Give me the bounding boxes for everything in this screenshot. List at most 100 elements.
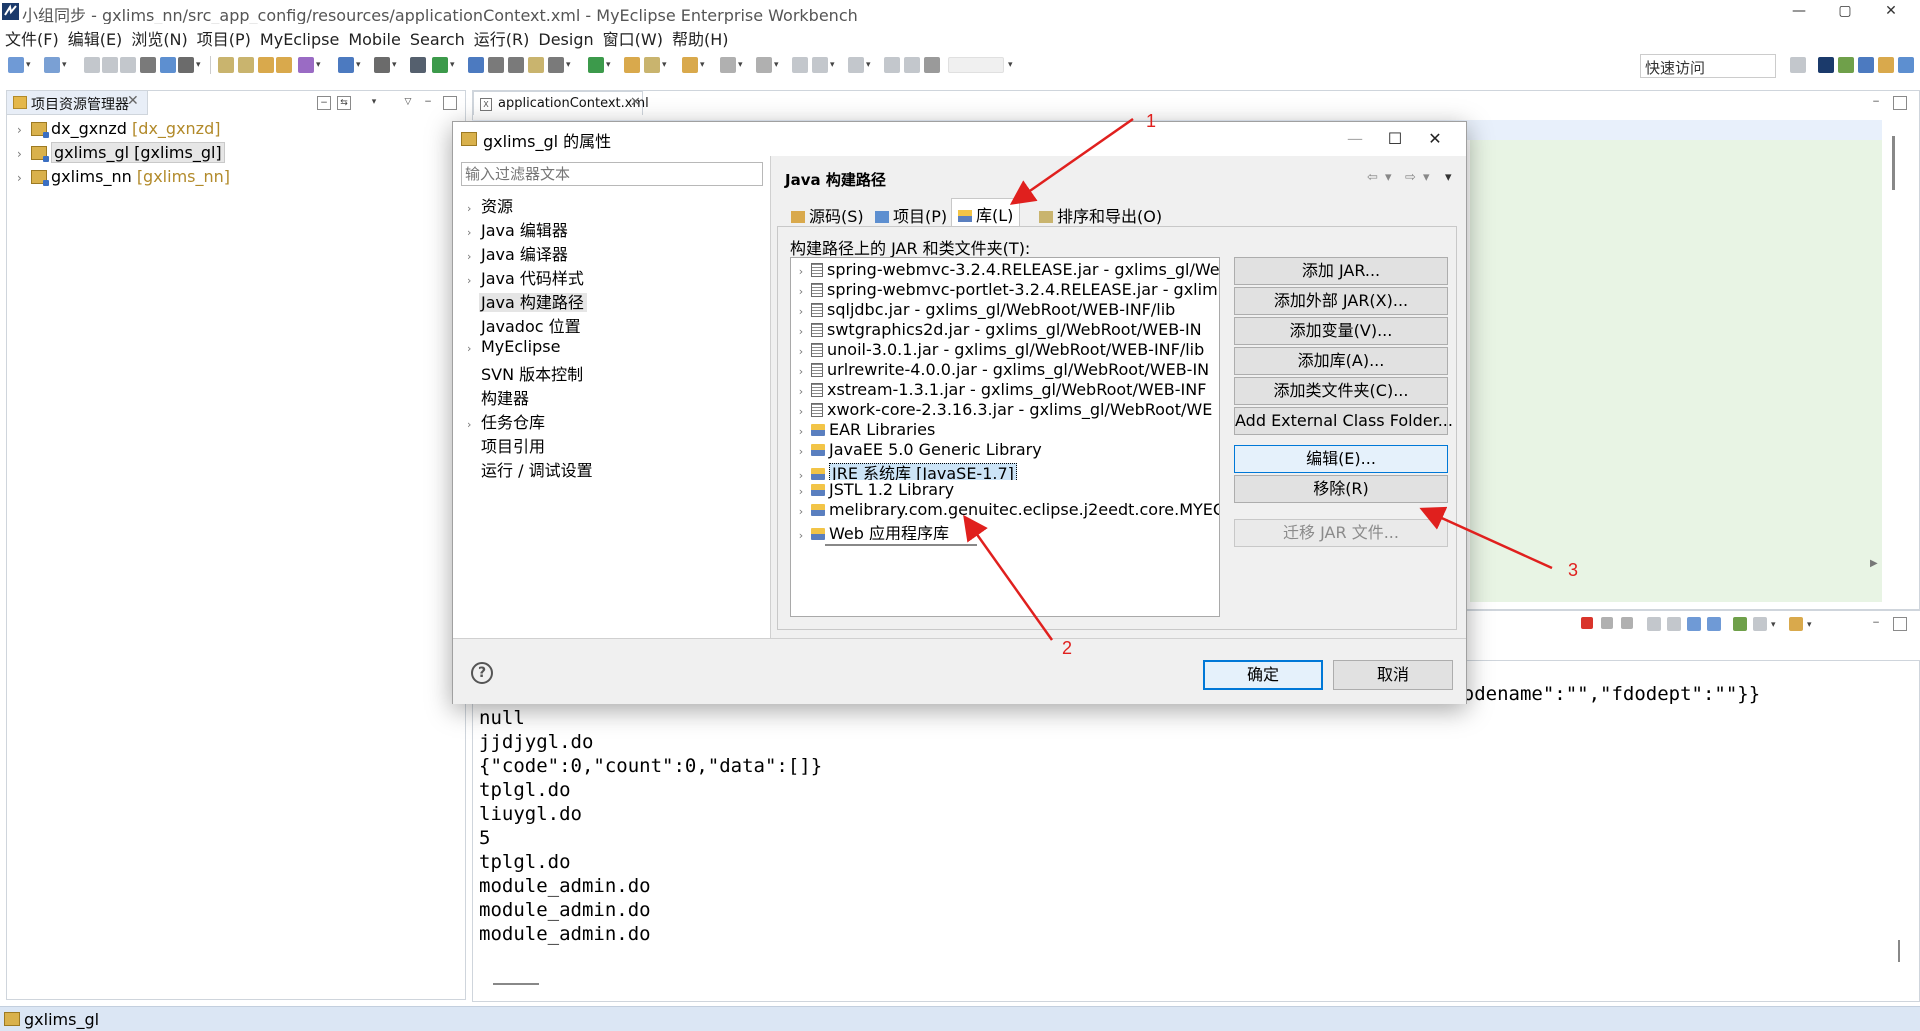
help-icon[interactable]: ?	[471, 662, 493, 684]
chevron-down-icon[interactable]: ▾	[662, 57, 670, 73]
chevron-right-icon[interactable]: ›	[791, 405, 811, 418]
pen-icon[interactable]	[904, 57, 920, 73]
chevron-down-icon[interactable]: ▾	[830, 57, 838, 73]
chevron-right-icon[interactable]: ›	[17, 171, 31, 185]
view-menu-icon[interactable]: ▽	[401, 96, 415, 110]
sync-perspective-icon[interactable]	[1858, 57, 1874, 73]
chevron-right-icon[interactable]: ›	[791, 485, 811, 498]
pin-icon[interactable]	[884, 57, 900, 73]
jar-entry[interactable]: › unoil-3.0.1.jar - gxlims_gl/WebRoot/WEB…	[791, 340, 1219, 360]
chevron-right-icon[interactable]: ›	[791, 445, 811, 458]
deploy-icon[interactable]	[338, 57, 354, 73]
sync-icon[interactable]	[160, 57, 176, 73]
category-run-debug-settings[interactable]: 运行 / 调试设置	[467, 457, 593, 480]
editor-text-region[interactable]	[1470, 140, 1882, 602]
add-library-button[interactable]: 添加库(A)...	[1234, 347, 1448, 375]
server-icon[interactable]	[298, 57, 314, 73]
tree-item-project[interactable]: › gxlims_gl [gxlims_gl]	[17, 142, 225, 165]
task-icon[interactable]	[528, 57, 544, 73]
open-console-icon[interactable]	[1789, 617, 1803, 631]
chevron-right-icon[interactable]: ›	[17, 123, 31, 137]
jar-entry[interactable]: › urlrewrite-4.0.0.jar - gxlims_gl/WebRoo…	[791, 360, 1219, 380]
category-java-code-style[interactable]: › Java 代码样式	[467, 265, 584, 288]
add-external-class-folder-button[interactable]: Add External Class Folder...	[1234, 407, 1453, 435]
grid-icon[interactable]	[924, 57, 940, 73]
terminate-icon[interactable]	[1581, 617, 1593, 629]
tag-icon[interactable]	[682, 57, 698, 73]
wand-icon[interactable]	[644, 57, 660, 73]
tab-application-context[interactable]: X applicationContext.xml ✕	[473, 91, 649, 115]
team-perspective-icon[interactable]	[1898, 57, 1914, 73]
chevron-right-icon[interactable]: ›	[791, 505, 811, 518]
chevron-down-icon[interactable]: ▾	[866, 57, 874, 73]
menu-help[interactable]: 帮助(H)	[667, 24, 733, 50]
chevron-right-icon[interactable]: ›	[791, 385, 811, 398]
chevron-right-icon[interactable]: ›	[467, 250, 481, 263]
console-horizontal-scrollbar[interactable]	[493, 983, 539, 985]
chevron-down-icon[interactable]: ▾	[196, 57, 204, 73]
chevron-down-icon[interactable]: ▾	[1807, 617, 1815, 633]
save-all-icon[interactable]	[102, 57, 118, 73]
jar-entry[interactable]: › xwork-core-2.3.16.3.jar - gxlims_gl/Web…	[791, 400, 1219, 420]
chevron-right-icon[interactable]: ›	[791, 325, 811, 338]
minimize-view-icon[interactable]: −	[421, 96, 435, 110]
console-scrollbar[interactable]	[1898, 940, 1900, 962]
new-wizard-icon[interactable]	[44, 57, 60, 73]
category-svn[interactable]: SVN 版本控制	[467, 361, 583, 384]
scroll-right-icon[interactable]: ▶	[1870, 558, 1878, 569]
tree-item-project[interactable]: › dx_gxnzd [dx_gxnzd]	[17, 119, 220, 141]
globe-icon[interactable]	[468, 57, 484, 73]
close-icon[interactable]: ✕	[630, 95, 641, 110]
add-variable-button[interactable]: 添加变量(V)...	[1234, 317, 1448, 345]
edit-button[interactable]: 编辑(E)...	[1234, 445, 1448, 473]
cancel-button[interactable]: 取消	[1333, 660, 1453, 690]
run-as-icon[interactable]	[588, 57, 604, 73]
chevron-down-icon[interactable]: ▾	[774, 57, 782, 73]
jar-entry[interactable]: › spring-webmvc-3.2.4.RELEASE.jar - gxlim…	[791, 260, 1219, 280]
jar-entry[interactable]: › swtgraphics2d.jar - gxlims_gl/WebRoot/W…	[791, 320, 1219, 340]
view-menu-icon[interactable]: ▾	[367, 96, 381, 110]
menu-project[interactable]: 项目(P)	[192, 24, 255, 50]
dialog-close-button[interactable]: ✕	[1415, 126, 1455, 152]
open-type-icon[interactable]	[488, 57, 504, 73]
dialog-minimize-button[interactable]: —	[1335, 126, 1375, 152]
chevron-right-icon[interactable]: ›	[791, 265, 811, 278]
last-edit-icon[interactable]	[792, 57, 808, 73]
scroll-lock-icon[interactable]	[1667, 617, 1681, 631]
chevron-right-icon[interactable]: ›	[467, 418, 481, 431]
pin-console-icon[interactable]	[1733, 617, 1747, 631]
zoom-combo[interactable]	[948, 57, 1004, 73]
chevron-down-icon[interactable]: ▾	[1423, 170, 1430, 185]
window-minimize-button[interactable]: —	[1776, 0, 1822, 24]
next-annotation-icon[interactable]	[720, 57, 736, 73]
category-myeclipse[interactable]: › MyEclipse	[467, 337, 560, 359]
category-project-references[interactable]: 项目引用	[467, 433, 545, 456]
open-perspective-icon[interactable]	[1790, 57, 1806, 73]
quick-access-input[interactable]: 快速访问	[1640, 54, 1776, 78]
jar-list-scrollbar[interactable]	[1219, 496, 1220, 536]
tool-icon[interactable]	[178, 57, 194, 73]
show-stdout-icon[interactable]	[1707, 617, 1721, 631]
chevron-down-icon[interactable]: ▾	[356, 57, 364, 73]
minimize-view-icon[interactable]: −	[1869, 96, 1883, 110]
chevron-right-icon[interactable]: ›	[791, 305, 811, 318]
menu-edit[interactable]: 编辑(E)	[63, 24, 127, 50]
menu-myeclipse[interactable]: MyEclipse	[255, 28, 343, 49]
library-entry[interactable]: › JSTL 1.2 Library	[791, 480, 1219, 500]
maximize-view-icon[interactable]	[1893, 617, 1907, 631]
java-icon[interactable]	[258, 57, 274, 73]
add-external-jar-button[interactable]: 添加外部 JAR(X)...	[1234, 287, 1448, 315]
back-icon[interactable]: ⇦	[1367, 170, 1378, 185]
prev-annotation-icon[interactable]	[756, 57, 772, 73]
chevron-down-icon[interactable]: ▾	[26, 57, 34, 73]
clear-console-icon[interactable]	[1647, 617, 1661, 631]
chevron-right-icon[interactable]: ›	[791, 529, 811, 540]
jar-entry[interactable]: › spring-webmvc-portlet-3.2.4.RELEASE.jar…	[791, 280, 1219, 300]
chevron-right-icon[interactable]: ›	[467, 226, 481, 239]
menu-window[interactable]: 窗口(W)	[598, 24, 667, 50]
myeclipse-perspective-icon[interactable]	[1818, 57, 1834, 73]
chevron-down-icon[interactable]: ▾	[450, 57, 458, 73]
menu-design[interactable]: Design	[533, 28, 597, 49]
category-javadoc-location[interactable]: Javadoc 位置	[467, 313, 581, 336]
library-entry[interactable]: › Web 应用程序库	[791, 520, 1219, 540]
